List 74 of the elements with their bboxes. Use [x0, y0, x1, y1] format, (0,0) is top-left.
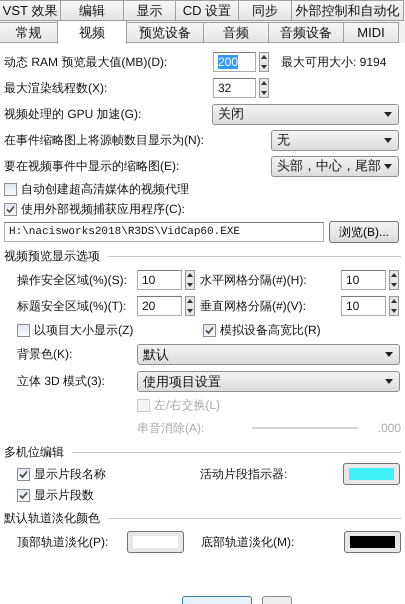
checkbox[interactable]	[4, 182, 17, 196]
field-label: 标题安全区域(%)(T):	[17, 298, 128, 314]
number-field[interactable]: 10	[341, 296, 386, 316]
slider-value: .000	[378, 421, 401, 435]
tab[interactable]: 编辑	[60, 0, 124, 21]
field-label: 顶部轨道淡化(P):	[17, 534, 110, 550]
tab[interactable]: 视频	[57, 20, 127, 44]
checkbox[interactable]	[203, 324, 216, 336]
checkbox-label: 使用外部视频捕获应用程序(C):	[21, 200, 185, 218]
slider-track[interactable]	[252, 424, 358, 432]
dialog-button[interactable]	[262, 596, 292, 604]
tab[interactable]: 常规	[0, 22, 58, 43]
caret-icon	[384, 164, 392, 168]
browse-button[interactable]: 浏览(B)...	[329, 221, 399, 243]
checkbox[interactable]	[4, 202, 17, 216]
dropdown[interactable]: 关闭	[212, 104, 399, 124]
number-field[interactable]: 20	[137, 296, 182, 316]
checkbox[interactable]	[17, 488, 30, 502]
section-title: 默认轨道淡化颜色	[4, 510, 100, 526]
dropdown[interactable]: 无	[271, 130, 399, 150]
spinner-icon[interactable]	[259, 52, 269, 72]
path-field[interactable]: H:\nacisworks2018\R3DS\VidCap60.EXE	[4, 222, 324, 242]
dropdown[interactable]: 头部，中心，尾部	[271, 156, 399, 176]
spinner-icon[interactable]	[185, 270, 195, 290]
info-text: 最大可用大小: 9194	[281, 54, 386, 70]
field-label: 背景色(K):	[17, 346, 74, 363]
spinner-icon[interactable]	[259, 78, 269, 98]
checkbox-label: 左/右交换(L)	[154, 396, 220, 414]
color-swatch-button[interactable]	[127, 531, 184, 553]
field-label: 在事件缩略图上将源帧数目显示为(N):	[4, 132, 204, 148]
number-field[interactable]: 10	[137, 270, 182, 290]
checkbox[interactable]	[17, 468, 30, 480]
field-label: 活动片段指示器:	[200, 466, 288, 482]
field-label: 最大渲染线程数(X):	[4, 80, 108, 96]
color-swatch-button[interactable]	[343, 463, 400, 485]
section-title: 多机位编辑	[4, 444, 64, 460]
spinner-icon[interactable]	[389, 270, 399, 290]
checkbox-label: 自动创建超高清媒体的视频代理	[21, 180, 189, 198]
tab[interactable]: MIDI	[343, 22, 399, 43]
number-field[interactable]: 10	[341, 270, 386, 290]
caret-icon	[385, 352, 393, 357]
number-field[interactable]: 32	[213, 78, 256, 98]
caret-icon	[384, 112, 392, 116]
field-label: 垂直网格分隔(#)(V):	[200, 298, 307, 314]
section-title: 视频预览显示选项	[4, 248, 100, 264]
checkbox-label: 模拟设备高宽比(R)	[220, 322, 321, 338]
tab[interactable]: 同步	[238, 0, 292, 21]
field-label: 底部轨道淡化(M):	[201, 534, 296, 550]
checkbox[interactable]	[17, 324, 30, 336]
tab[interactable]: 音频设备	[268, 22, 344, 43]
caret-icon	[384, 138, 392, 142]
caret-icon	[385, 379, 393, 384]
tab[interactable]: VST 效果	[0, 0, 61, 21]
field-label: 操作安全区域(%)(S):	[17, 272, 128, 288]
tab[interactable]: 预览设备	[126, 22, 204, 43]
checkbox-label: 显示片段名称	[34, 466, 106, 482]
tab[interactable]: 音频	[203, 22, 269, 43]
tab[interactable]: CD 设置	[175, 0, 239, 21]
field-label: 水平网格分隔(#)(H):	[200, 272, 308, 288]
tab[interactable]: 外部控制和自动化	[291, 0, 404, 21]
slider-label: 串音消除(A):	[137, 420, 206, 436]
spinner-icon[interactable]	[389, 296, 399, 316]
checkbox-label: 以项目大小显示(Z)	[34, 322, 134, 338]
dialog-button[interactable]	[182, 596, 252, 604]
dropdown[interactable]: 使用项目设置	[137, 371, 400, 392]
tab[interactable]: 显示	[123, 0, 176, 21]
spinner-icon[interactable]	[185, 296, 195, 316]
field-label: 立体 3D 模式(3):	[17, 373, 106, 390]
field-label: 要在视频事件中显示的缩略图(E):	[4, 158, 180, 174]
dropdown[interactable]: 默认	[137, 344, 400, 365]
field-label: 动态 RAM 预览最大值(MB)(D):	[4, 54, 168, 70]
field-label: 视频处理的 GPU 加速(G):	[4, 106, 142, 122]
color-swatch-button[interactable]	[344, 531, 401, 553]
checkbox-label: 显示片段数	[34, 486, 94, 504]
